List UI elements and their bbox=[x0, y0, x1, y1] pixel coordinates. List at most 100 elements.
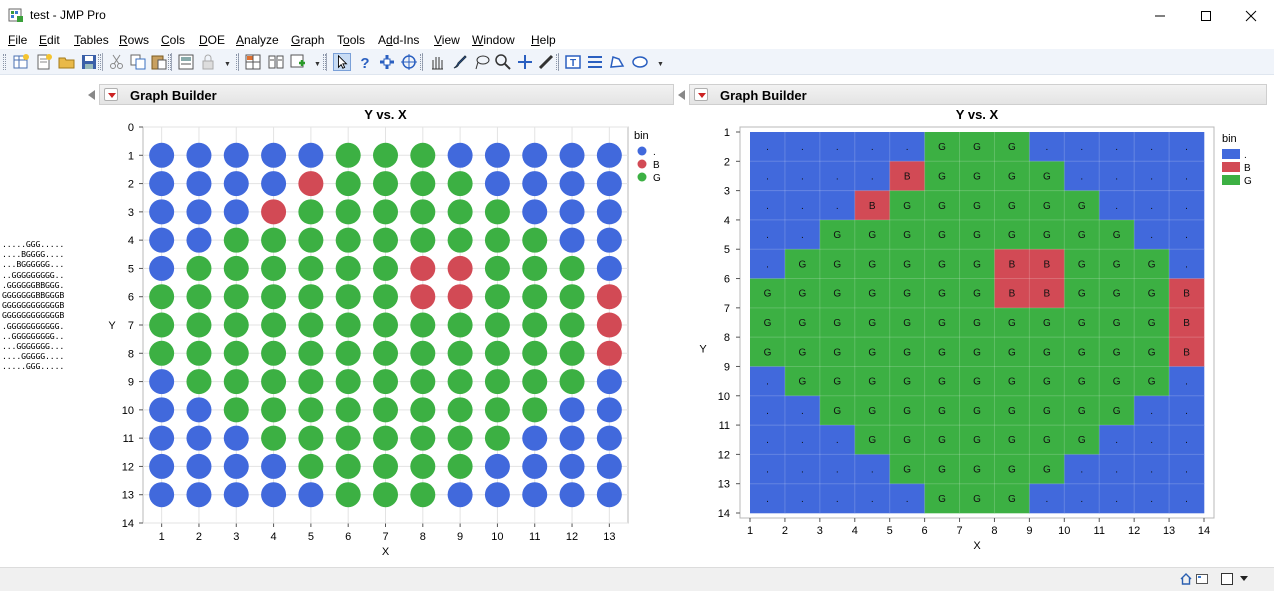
data-point[interactable] bbox=[223, 255, 249, 281]
new-data-table-button[interactable] bbox=[12, 53, 30, 71]
data-point[interactable] bbox=[186, 453, 212, 479]
data-point[interactable] bbox=[335, 369, 361, 395]
data-point[interactable] bbox=[149, 482, 175, 508]
data-point[interactable] bbox=[596, 312, 622, 338]
menu-view[interactable]: View bbox=[434, 33, 460, 47]
data-point[interactable] bbox=[223, 369, 249, 395]
data-point[interactable] bbox=[223, 482, 249, 508]
data-point[interactable] bbox=[447, 284, 473, 310]
data-point[interactable] bbox=[223, 171, 249, 197]
menu-help[interactable]: Help bbox=[531, 33, 556, 47]
oval-tool-button[interactable] bbox=[631, 53, 649, 71]
data-point[interactable] bbox=[149, 199, 175, 225]
data-point[interactable] bbox=[559, 482, 585, 508]
data-point[interactable] bbox=[223, 453, 249, 479]
red-triangle-menu-icon[interactable] bbox=[694, 88, 708, 101]
data-point[interactable] bbox=[410, 340, 436, 366]
toolbar-grip-icon[interactable] bbox=[556, 54, 559, 70]
data-point[interactable] bbox=[596, 142, 622, 168]
toolbar-overflow-icon[interactable]: ▼ bbox=[314, 61, 321, 68]
menu-rows[interactable]: Rows bbox=[119, 33, 149, 47]
data-point[interactable] bbox=[373, 312, 398, 338]
add-rows-button[interactable] bbox=[289, 53, 307, 71]
data-point[interactable] bbox=[335, 199, 361, 225]
toolbar-grip-icon[interactable] bbox=[98, 54, 101, 70]
data-point[interactable] bbox=[261, 482, 287, 508]
data-point[interactable] bbox=[223, 312, 249, 338]
data-point[interactable] bbox=[186, 171, 212, 197]
data-point[interactable] bbox=[596, 369, 622, 395]
data-point[interactable] bbox=[298, 255, 324, 281]
data-point[interactable] bbox=[447, 171, 473, 197]
subset-button[interactable] bbox=[267, 53, 285, 71]
data-point[interactable] bbox=[223, 425, 249, 451]
data-point[interactable] bbox=[149, 453, 175, 479]
arrow-tool-button[interactable] bbox=[333, 53, 351, 71]
data-point[interactable] bbox=[186, 425, 212, 451]
polygon-tool-button[interactable] bbox=[608, 53, 626, 71]
data-point[interactable] bbox=[522, 199, 548, 225]
data-point[interactable] bbox=[596, 284, 622, 310]
data-point[interactable] bbox=[298, 227, 324, 253]
data-point[interactable] bbox=[484, 425, 510, 451]
data-point[interactable] bbox=[447, 369, 473, 395]
checkbox-icon[interactable] bbox=[1220, 572, 1234, 586]
data-point[interactable] bbox=[335, 227, 361, 253]
data-point[interactable] bbox=[298, 369, 324, 395]
data-point[interactable] bbox=[335, 425, 361, 451]
annotate-tool-button[interactable]: T bbox=[564, 53, 582, 71]
data-point[interactable] bbox=[261, 284, 287, 310]
data-point[interactable] bbox=[373, 397, 398, 423]
data-point[interactable] bbox=[223, 227, 249, 253]
help-tool-button[interactable]: ? bbox=[356, 53, 374, 71]
data-point[interactable] bbox=[596, 482, 622, 508]
menu-window[interactable]: Window bbox=[472, 33, 515, 47]
data-point[interactable] bbox=[335, 171, 361, 197]
data-point[interactable] bbox=[298, 142, 324, 168]
data-point[interactable] bbox=[522, 227, 548, 253]
disclosure-triangle-icon[interactable] bbox=[88, 90, 95, 100]
menu-addins[interactable]: Add-Ins bbox=[378, 33, 419, 47]
data-point[interactable] bbox=[335, 312, 361, 338]
data-point[interactable] bbox=[410, 369, 436, 395]
menu-file[interactable]: File bbox=[8, 33, 27, 47]
data-point[interactable] bbox=[522, 369, 548, 395]
data-point[interactable] bbox=[559, 284, 585, 310]
data-point[interactable] bbox=[484, 171, 510, 197]
home-icon[interactable] bbox=[1179, 572, 1193, 586]
data-point[interactable] bbox=[261, 171, 287, 197]
copy-button[interactable] bbox=[129, 53, 147, 71]
data-point[interactable] bbox=[410, 227, 436, 253]
data-point[interactable] bbox=[522, 397, 548, 423]
data-point[interactable] bbox=[373, 425, 398, 451]
data-point[interactable] bbox=[410, 312, 436, 338]
data-point[interactable] bbox=[484, 284, 510, 310]
data-point[interactable] bbox=[186, 142, 212, 168]
data-point[interactable] bbox=[149, 171, 175, 197]
data-point[interactable] bbox=[596, 340, 622, 366]
menu-tables[interactable]: Tables bbox=[74, 33, 109, 47]
data-point[interactable] bbox=[596, 425, 622, 451]
data-point[interactable] bbox=[484, 453, 510, 479]
data-point[interactable] bbox=[410, 284, 436, 310]
selection-tool-button[interactable] bbox=[378, 53, 396, 71]
data-point[interactable] bbox=[522, 171, 548, 197]
data-point[interactable] bbox=[596, 199, 622, 225]
data-point[interactable] bbox=[149, 312, 175, 338]
data-point[interactable] bbox=[410, 453, 436, 479]
data-point[interactable] bbox=[373, 142, 398, 168]
data-point[interactable] bbox=[186, 255, 212, 281]
data-point[interactable] bbox=[484, 340, 510, 366]
data-point[interactable] bbox=[559, 425, 585, 451]
data-point[interactable] bbox=[186, 227, 212, 253]
lasso-tool-button[interactable] bbox=[473, 53, 491, 71]
simple-shape-tool-button[interactable] bbox=[586, 53, 604, 71]
data-point[interactable] bbox=[559, 255, 585, 281]
menu-analyze[interactable]: Analyze bbox=[236, 33, 279, 47]
data-point[interactable] bbox=[522, 142, 548, 168]
chevron-down-icon[interactable] bbox=[1239, 575, 1249, 583]
data-point[interactable] bbox=[522, 453, 548, 479]
data-point[interactable] bbox=[335, 340, 361, 366]
toolbar-grip-icon[interactable] bbox=[323, 54, 326, 70]
data-point[interactable] bbox=[373, 171, 398, 197]
